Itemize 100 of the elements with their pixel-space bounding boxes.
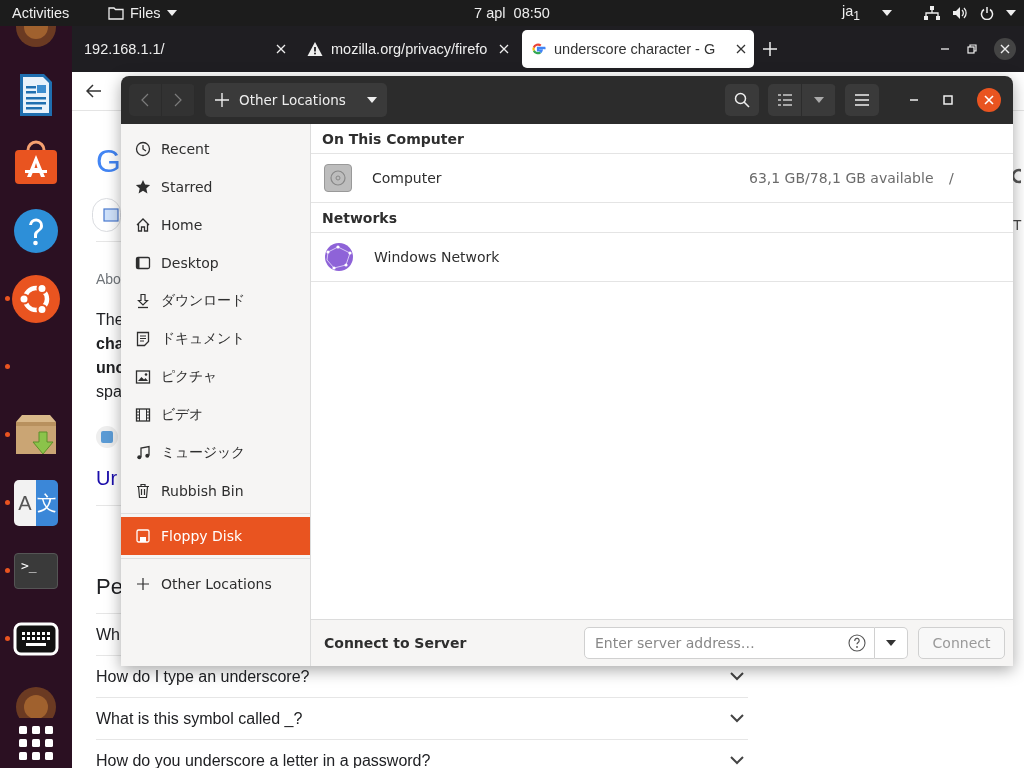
- chevron-down-icon: [730, 756, 744, 765]
- chevron-down-icon: [730, 672, 744, 681]
- sidebar-item[interactable]: Floppy Disk: [121, 517, 310, 555]
- section-header: Networks: [311, 203, 1013, 233]
- tools-text[interactable]: T: [1013, 217, 1022, 233]
- ubuntu-logo-icon: [11, 274, 61, 324]
- question-text: Wh: [96, 625, 121, 644]
- close-icon: [499, 44, 509, 54]
- caret-icon: [166, 10, 177, 16]
- activities-button[interactable]: Activities: [12, 5, 96, 21]
- location-row[interactable]: Computer 63,1 GB/78,1 GB available /: [311, 154, 1013, 203]
- clock-icon: [135, 141, 151, 157]
- logo-text: G: [96, 142, 122, 181]
- warning-icon: [307, 41, 323, 57]
- sidebar-item[interactable]: Desktop: [121, 244, 310, 282]
- power-icon: [980, 6, 994, 20]
- history-dropdown[interactable]: [875, 627, 908, 659]
- sidebar-item[interactable]: Other Locations: [121, 565, 310, 603]
- menu-button[interactable]: [845, 84, 879, 116]
- back-arrow-icon: [86, 84, 102, 98]
- browser-tab[interactable]: mozilla.org/privacy/firefo: [299, 30, 517, 68]
- section-header: On This Computer: [311, 124, 1013, 154]
- chevron-icon: [141, 93, 149, 107]
- space-available-text: 63,1 GB/78,1 GB available: [749, 170, 935, 186]
- server-address-field[interactable]: Enter server address…: [593, 634, 848, 652]
- app-menu[interactable]: Files: [108, 5, 177, 21]
- result-link[interactable]: Ur: [96, 467, 118, 497]
- view-options-button[interactable]: [802, 84, 836, 116]
- folder-icon: [108, 6, 124, 20]
- question-text: How do I type an underscore?: [96, 667, 311, 686]
- section-heading: Pe: [96, 574, 123, 601]
- terminal-icon: >_: [14, 553, 58, 589]
- close-button[interactable]: [994, 38, 1016, 60]
- close-button[interactable]: [977, 88, 1001, 112]
- browser-tab[interactable]: underscore character - G: [522, 30, 754, 68]
- clock[interactable]: 7 apl 08:50: [474, 5, 550, 21]
- chevron-down-icon: [730, 714, 744, 723]
- chevron-icon: [174, 93, 182, 107]
- path-bar[interactable]: Other Locations: [205, 83, 387, 117]
- plus-icon: [215, 93, 229, 107]
- close-icon: [276, 44, 286, 54]
- download-icon: [135, 293, 151, 309]
- sidebar-item[interactable]: Rubbish Bin: [121, 472, 310, 510]
- restore-icon: [967, 44, 977, 54]
- menu-icon: [855, 94, 869, 106]
- about-text: Abo: [96, 271, 121, 289]
- document-icon: [135, 331, 151, 347]
- question-text: What is this symbol called _?: [96, 709, 304, 728]
- location-name: Computer: [372, 170, 443, 186]
- apps-grid-icon: [19, 726, 53, 760]
- sidebar-item[interactable]: Starred: [121, 168, 310, 206]
- star-icon: [135, 179, 151, 195]
- shopping-bag-icon: [13, 140, 59, 186]
- list-icon: [777, 93, 792, 107]
- home-icon: [135, 217, 151, 233]
- music-note-icon: [135, 445, 151, 461]
- maximize-button[interactable]: [943, 95, 953, 105]
- film-icon: [135, 407, 151, 423]
- search-button[interactable]: [725, 84, 759, 116]
- help-icon: [848, 634, 866, 652]
- globe-icon: [324, 242, 354, 272]
- volume-icon: [952, 6, 968, 20]
- picture-icon: [135, 369, 151, 385]
- close-icon: [1000, 44, 1010, 54]
- plus-icon: [135, 576, 151, 592]
- caret-icon: [1006, 10, 1016, 16]
- sidebar-item[interactable]: ダウンロード: [121, 282, 310, 320]
- keyboard-icon: [13, 622, 59, 656]
- sidebar-item[interactable]: Recent: [121, 130, 310, 168]
- caret-icon: [886, 640, 896, 646]
- location-name: Windows Network: [374, 249, 501, 265]
- minimize-icon: [909, 99, 919, 101]
- mount-path: /: [949, 170, 955, 186]
- sidebar-item[interactable]: ピクチャ: [121, 358, 310, 396]
- close-icon: [984, 95, 994, 105]
- google-icon: [530, 41, 546, 57]
- minimize-button[interactable]: [909, 99, 919, 101]
- minimize-icon: [940, 48, 950, 50]
- caret-icon: [367, 97, 377, 103]
- desktop-icon: [135, 255, 151, 271]
- search-icon: [734, 92, 750, 108]
- network-icon: [924, 6, 940, 20]
- new-tab-icon: [763, 42, 777, 56]
- sidebar-item[interactable]: Home: [121, 206, 310, 244]
- site-icon: [100, 430, 114, 444]
- input-source[interactable]: ja$_{1}$: [842, 3, 860, 23]
- sidebar-item[interactable]: ビデオ: [121, 396, 310, 434]
- location-row[interactable]: Windows Network: [311, 233, 1013, 282]
- picture-icon: [103, 208, 119, 222]
- close-icon: [736, 44, 746, 54]
- sidebar-item[interactable]: ドキュメント: [121, 320, 310, 358]
- sidebar-item[interactable]: ミュージック: [121, 434, 310, 472]
- trash-icon: [135, 483, 151, 499]
- connect-label: Connect to Server: [324, 635, 468, 651]
- caret-icon: [813, 97, 824, 103]
- browser-tab[interactable]: 192.168.1.1/: [76, 30, 294, 68]
- help-icon: [13, 208, 59, 254]
- question-text: How do you underscore a letter in a password?: [96, 751, 432, 768]
- server-address-field[interactable]: Enter server address…: [584, 627, 875, 659]
- list-view-button[interactable]: [768, 84, 802, 116]
